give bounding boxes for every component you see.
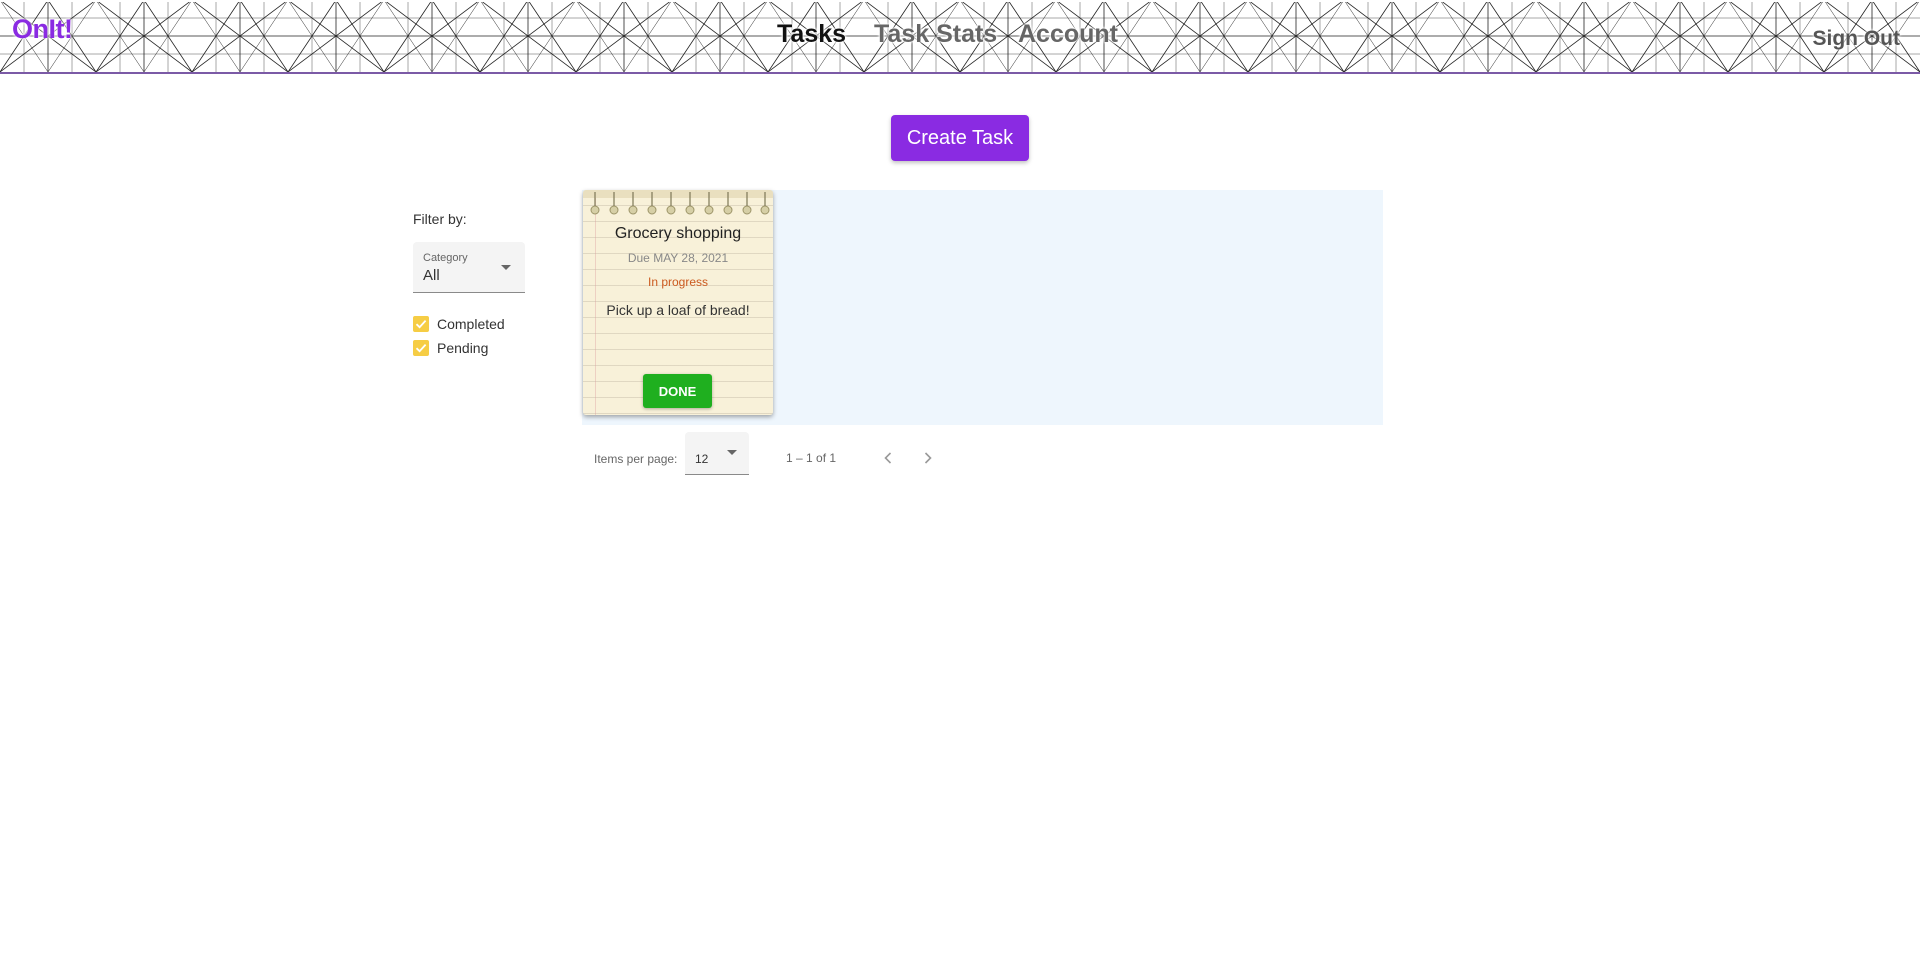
check-icon [415,319,427,329]
task-title: Grocery shopping [614,225,742,242]
dropdown-arrow-icon [727,450,737,455]
pending-label: Pending [437,340,489,356]
items-per-page-select[interactable]: 12 [685,432,749,475]
pagination-range: 1 – 1 of 1 [786,451,837,465]
create-task-button[interactable]: Create Task [891,115,1029,161]
completed-checkbox[interactable] [413,316,429,332]
top-navbar: OnIt! Tasks Task Stats Account Sign Out [0,0,1920,74]
items-per-page-label: Items per page: [594,452,678,466]
task-description: Pick up a loaf of bread! [606,302,750,318]
pending-checkbox[interactable] [413,340,429,356]
task-due-date: Due MAY 28, 2021 [627,251,729,265]
items-per-page-value: 12 [695,452,709,466]
completed-label: Completed [437,316,505,332]
filter-heading: Filter by: [413,211,467,227]
check-icon [415,343,427,353]
notebook-spiral-decoration [583,190,773,215]
chevron-right-icon [924,452,932,464]
completed-checkbox-row[interactable]: Completed [413,314,505,334]
nav-account[interactable]: Account [1018,20,1118,49]
previous-page-button[interactable] [876,446,900,470]
sign-out-link[interactable]: Sign Out [1813,27,1901,51]
category-select-value: All [423,267,440,284]
nav-tasks[interactable]: Tasks [777,20,846,49]
next-page-button[interactable] [916,446,940,470]
dropdown-arrow-icon [501,265,511,270]
done-button[interactable]: DONE [643,374,712,408]
chevron-left-icon [884,452,892,464]
pending-checkbox-row[interactable]: Pending [413,338,488,358]
category-select[interactable]: Category All [413,242,525,293]
task-card[interactable]: Grocery shopping Due MAY 28, 2021 In pro… [583,190,773,415]
category-select-label: Category [423,252,468,264]
task-status: In progress [647,275,709,289]
main-nav: Tasks Task Stats Account [0,20,1920,56]
nav-task-stats[interactable]: Task Stats [874,20,997,49]
